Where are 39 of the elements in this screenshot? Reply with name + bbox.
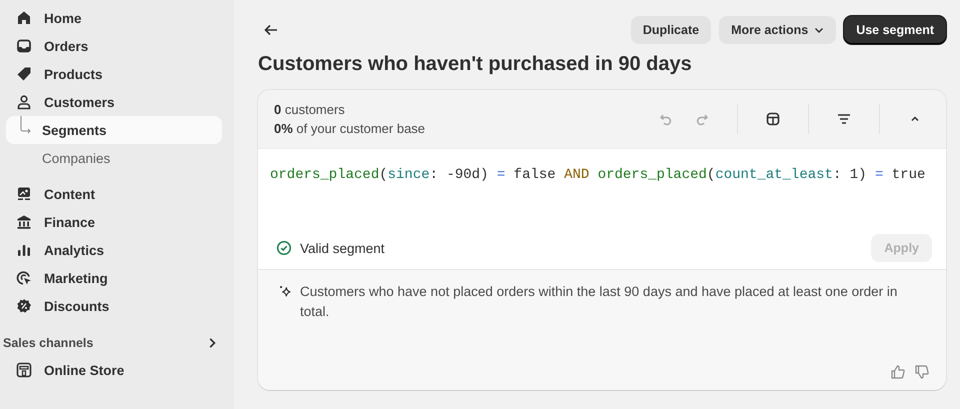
duplicate-button[interactable]: Duplicate <box>630 16 712 44</box>
thumbs-up-icon[interactable] <box>890 364 906 380</box>
validation-message: Valid segment <box>300 240 385 256</box>
customer-count: 0 customers <box>274 102 346 117</box>
person-icon <box>16 94 32 110</box>
nav-item[interactable]: Customers <box>6 88 222 116</box>
nav-item[interactable]: Orders <box>6 32 222 60</box>
nav-item[interactable]: Analytics <box>6 236 222 264</box>
use-segment-button[interactable]: Use segment <box>844 16 946 44</box>
layout-icon <box>765 111 781 127</box>
discount-icon <box>16 298 32 314</box>
caret-icon <box>814 25 824 35</box>
nav-item[interactable]: Online Store <box>6 356 222 384</box>
tag-icon <box>16 66 32 82</box>
home-icon <box>16 10 32 26</box>
segment-summary: Customers who have not placed orders within the last 90 days and have placed at least one order in total. <box>300 283 898 321</box>
more-actions-button[interactable]: More actions <box>719 16 836 44</box>
nav-item[interactable]: Content <box>6 180 222 208</box>
thumbs-down-icon[interactable] <box>914 364 930 380</box>
page-title: Customers who haven't purchased in 90 days <box>258 53 693 76</box>
query-code-line[interactable]: orders_placed(since: -90d) = false AND orders_placed(count_at_least: 1) = true <box>270 167 946 227</box>
nav-item[interactable]: Products <box>6 60 222 88</box>
section-heading: Sales channels <box>3 336 94 350</box>
inbox-icon <box>16 38 32 54</box>
bank-icon <box>16 214 32 230</box>
image-icon <box>16 186 32 202</box>
bar-chart-icon <box>16 242 32 258</box>
check-circle-icon <box>276 240 292 256</box>
customer-share: 0% of your customer base <box>274 121 426 136</box>
nav-item[interactable]: Finance <box>6 208 222 236</box>
nav-subitem[interactable]: Segments <box>6 116 222 144</box>
nav-item[interactable]: Discounts <box>6 292 222 320</box>
back-arrow-icon[interactable] <box>263 22 279 38</box>
nav-item[interactable]: Marketing <box>6 264 222 292</box>
store-icon <box>16 362 32 378</box>
nav-subitem[interactable]: Companies <box>6 144 222 172</box>
target-icon <box>16 270 32 286</box>
sparkle-icon <box>278 284 292 298</box>
nav-item[interactable]: Home <box>6 4 222 32</box>
